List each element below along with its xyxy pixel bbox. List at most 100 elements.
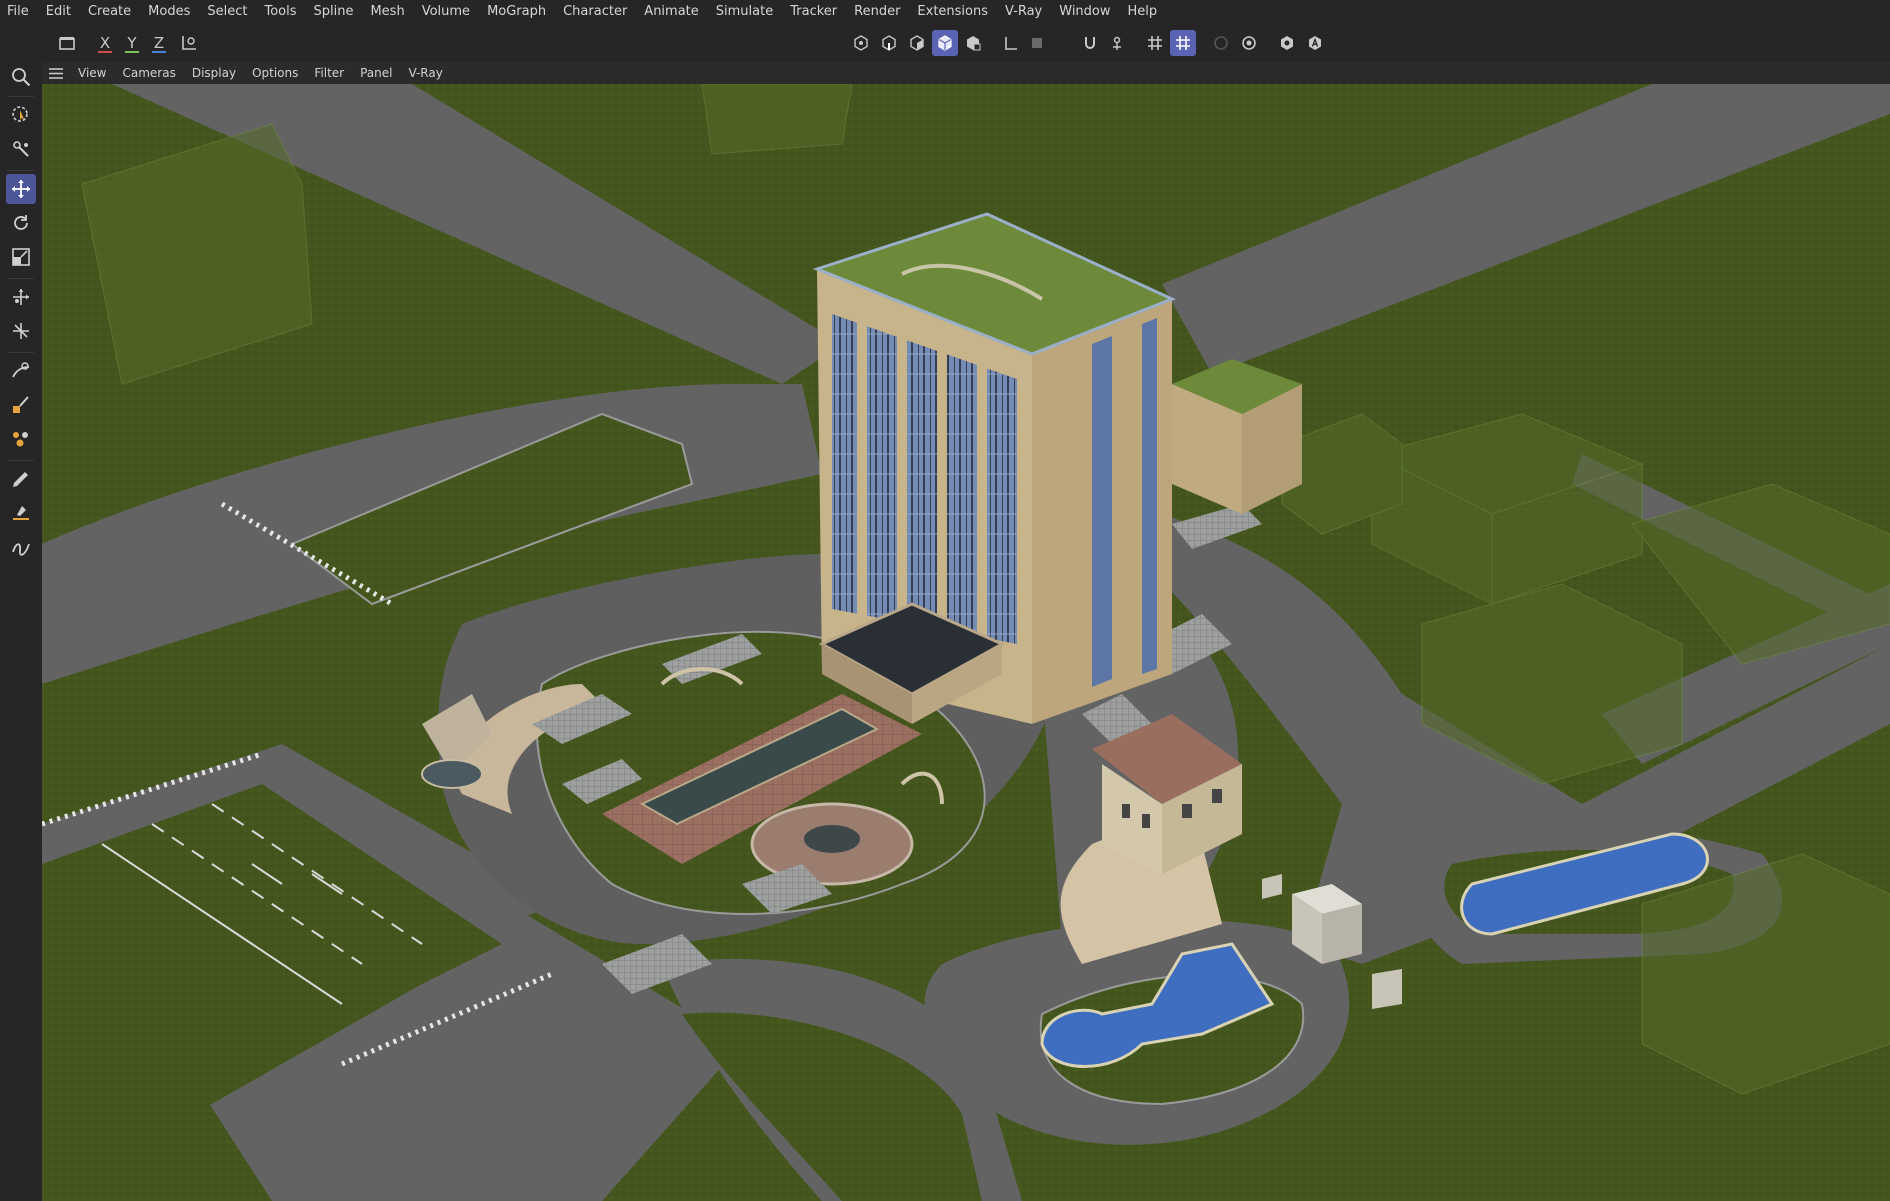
annex-building: [1172, 359, 1302, 514]
z-axis-label: Z: [153, 34, 165, 52]
auto-button[interactable]: [1302, 30, 1328, 56]
rotate-icon: [14, 215, 28, 230]
vray-button[interactable]: [1274, 30, 1300, 56]
view-history-icon: [59, 37, 75, 50]
search-button[interactable]: [6, 62, 36, 92]
viewport-menu-view[interactable]: View: [70, 66, 114, 80]
viewport-menu-panel[interactable]: Panel: [352, 66, 400, 80]
paint-tool-button[interactable]: [6, 424, 36, 454]
model-mode-button[interactable]: [932, 30, 958, 56]
coordinate-system-button[interactable]: [176, 30, 202, 56]
pen-icon: [13, 472, 28, 487]
menu-help[interactable]: Help: [1120, 0, 1167, 24]
grid-button[interactable]: [1142, 30, 1168, 56]
solo-mode-button[interactable]: [1024, 30, 1050, 56]
bend-icon: [12, 362, 30, 378]
pen-tool-button[interactable]: [6, 464, 36, 494]
x-axis-lock-button[interactable]: X: [92, 30, 118, 56]
texture-mode-icon: [967, 36, 981, 51]
z-axis-lock-button[interactable]: Z: [146, 30, 172, 56]
solo-mode-icon: [1032, 38, 1042, 48]
separator: [8, 96, 34, 97]
menu-file[interactable]: File: [0, 0, 38, 24]
menu-spline[interactable]: Spline: [306, 0, 363, 24]
pen-line-button[interactable]: [6, 498, 36, 528]
points-mode-button[interactable]: [848, 30, 874, 56]
viewport-menubar: View Cameras Display Options Filter Panel V-Ra…: [42, 62, 1890, 85]
x-axis-underline: [98, 51, 112, 53]
tweak-icon: [13, 141, 29, 157]
menu-character[interactable]: Character: [555, 0, 636, 24]
menu-volume[interactable]: Volume: [414, 0, 479, 24]
hamburger-icon: [49, 67, 63, 79]
snap-button[interactable]: [1077, 30, 1103, 56]
coordinate-system-icon: [182, 36, 196, 50]
viewport-menu-cameras[interactable]: Cameras: [114, 66, 183, 80]
edges-mode-button[interactable]: [876, 30, 902, 56]
x-axis-label: X: [99, 34, 111, 52]
axis-mode-button[interactable]: [998, 30, 1024, 56]
rotate-tool-button[interactable]: [6, 208, 36, 238]
menu-select[interactable]: Select: [199, 0, 256, 24]
viewport-menu-filter[interactable]: Filter: [306, 66, 352, 80]
sketch-icon: [12, 543, 30, 556]
move-tool-button[interactable]: [6, 174, 36, 204]
menu-mesh[interactable]: Mesh: [362, 0, 413, 24]
workplane-icon: [1113, 36, 1121, 50]
live-select-icon: [12, 106, 28, 122]
y-axis-lock-button[interactable]: Y: [119, 30, 145, 56]
menu-mograph[interactable]: MoGraph: [479, 0, 555, 24]
model-mode-icon: [938, 35, 952, 51]
menu-extensions[interactable]: Extensions: [909, 0, 997, 24]
polygons-mode-button[interactable]: [904, 30, 930, 56]
paint-icon: [13, 432, 28, 447]
viewport-menu-display[interactable]: Display: [184, 66, 244, 80]
transform-tool-button[interactable]: [6, 282, 36, 312]
y-axis-label: Y: [127, 34, 137, 52]
viewport-menu-v-ray[interactable]: V-Ray: [400, 66, 450, 80]
points-mode-icon: [854, 35, 868, 51]
scene-render: [42, 84, 1890, 1201]
grid-icon: [1148, 36, 1162, 50]
brush-fill-button[interactable]: [6, 390, 36, 420]
main-menubar: File Edit Create Modes Select Tools Spline Mesh…: [0, 0, 1890, 24]
z-axis-underline: [152, 51, 166, 53]
undo-view-button[interactable]: [54, 30, 80, 56]
move-icon: [12, 180, 30, 198]
texture-mode-button[interactable]: [960, 30, 986, 56]
polygons-mode-icon: [910, 35, 924, 51]
live-select-button[interactable]: [6, 100, 36, 130]
render-view-button[interactable]: [1208, 30, 1234, 56]
menu-tools[interactable]: Tools: [256, 0, 305, 24]
menu-tracker[interactable]: Tracker: [782, 0, 846, 24]
3d-viewport[interactable]: [42, 84, 1890, 1201]
vray-icon: [1281, 36, 1293, 50]
y-axis-underline: [125, 51, 139, 53]
bend-tool-button[interactable]: [6, 356, 36, 386]
viewport-menu-button[interactable]: [42, 67, 70, 79]
menu-window[interactable]: Window: [1051, 0, 1119, 24]
menu-modes[interactable]: Modes: [140, 0, 199, 24]
render-settings-button[interactable]: [1236, 30, 1262, 56]
axis-transform-icon: [13, 323, 29, 339]
edges-mode-icon: [882, 35, 896, 51]
viewport-menu-options[interactable]: Options: [244, 66, 306, 80]
grid-snap-button[interactable]: [1170, 30, 1196, 56]
menu-animate[interactable]: Animate: [636, 0, 707, 24]
menu-render[interactable]: Render: [846, 0, 909, 24]
transform-icon: [13, 289, 29, 305]
workplane-button[interactable]: [1104, 30, 1130, 56]
tweak-button[interactable]: [6, 134, 36, 164]
menu-edit[interactable]: Edit: [38, 0, 80, 24]
auto-icon: [1309, 36, 1321, 50]
axis-mode-icon: [1005, 37, 1017, 50]
axis-transform-button[interactable]: [6, 316, 36, 346]
menu-v-ray[interactable]: V-Ray: [997, 0, 1051, 24]
search-icon: [12, 68, 31, 87]
menu-simulate[interactable]: Simulate: [708, 0, 782, 24]
sketch-tool-button[interactable]: [6, 532, 36, 562]
scale-tool-button[interactable]: [6, 242, 36, 272]
snap-icon: [1085, 37, 1095, 49]
separator: [8, 170, 34, 171]
menu-create[interactable]: Create: [80, 0, 140, 24]
